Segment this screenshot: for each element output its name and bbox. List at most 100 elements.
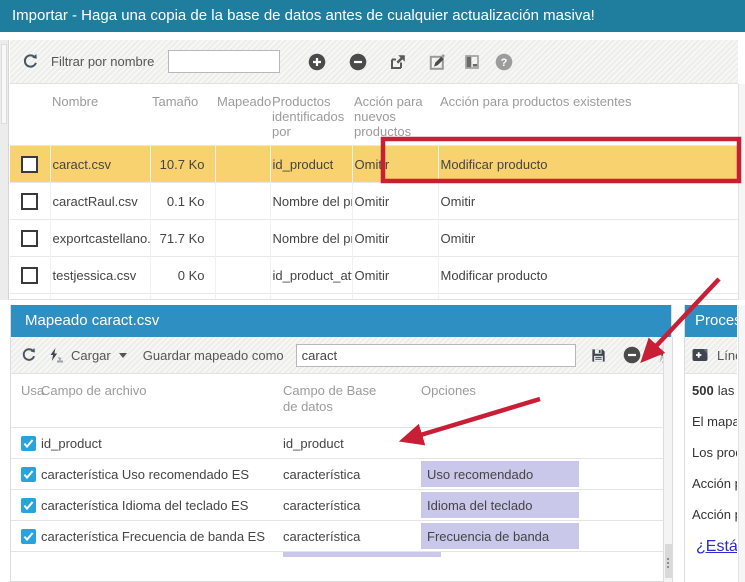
check-icon xyxy=(21,436,36,451)
merge-button[interactable] xyxy=(464,54,480,70)
file-field-cell: id_product xyxy=(41,436,283,451)
chevron-down-icon[interactable] xyxy=(119,353,127,358)
file-size-cell: 10.7 Ko xyxy=(150,146,215,183)
file-table-scrollbar[interactable] xyxy=(738,84,745,300)
option-input[interactable]: Uso recomendado xyxy=(421,461,579,487)
edit-icon xyxy=(428,53,446,71)
process-panel-title: Procesa xyxy=(685,305,737,337)
mapping-scrollbar[interactable] xyxy=(663,337,673,582)
mapping-row[interactable]: característica Frecuencia de banda ES ca… xyxy=(11,520,671,551)
file-table-row[interactable]: caractRaul.csv 0.1 Ko Nombre del produ O… xyxy=(10,183,738,220)
minus-circle-icon xyxy=(349,53,367,71)
existing-products-action-cell: Modificar producto xyxy=(438,146,738,183)
column-header-tamano: Tamaño xyxy=(150,84,215,146)
edit-button[interactable] xyxy=(428,53,446,71)
mapping-row[interactable]: id_product id_product xyxy=(11,427,671,458)
row-checkbox[interactable] xyxy=(21,193,38,210)
load-label[interactable]: Cargar xyxy=(71,348,111,363)
row-checkbox[interactable] xyxy=(21,230,38,247)
mapping-row[interactable]: característica Idioma del teclado ES car… xyxy=(11,489,671,520)
existing-products-action-cell: Omitir xyxy=(438,220,738,257)
delete-mapping-button[interactable] xyxy=(623,346,641,364)
mapping-row[interactable]: característica Uso recomendado ES caract… xyxy=(11,458,671,489)
process-toolbar: Línea xyxy=(685,337,737,374)
select-cell xyxy=(10,146,50,183)
mapping-table-header: Usa Campo de archivo Campo de Base de da… xyxy=(11,374,671,427)
column-header-identificados: Productos identificados por xyxy=(270,84,352,146)
db-field-cell: característica xyxy=(283,498,421,513)
file-name-cell: testjesma.csv xyxy=(50,294,150,301)
file-table-row[interactable]: caract.csv 10.7 Ko id_product Omitir Mod… xyxy=(10,146,738,183)
split-window-icon xyxy=(464,54,480,70)
refresh-button[interactable] xyxy=(22,53,39,70)
row-checkbox[interactable] xyxy=(21,267,38,284)
page-title: Importar - Haga una copia de la base de … xyxy=(0,0,745,32)
file-table-row[interactable]: exportcastellano.csv 71.7 Ko Nombre del … xyxy=(10,220,738,257)
process-message-line: 500las lín xyxy=(692,383,737,401)
export-button[interactable] xyxy=(389,53,407,71)
select-cell xyxy=(10,220,50,257)
process-panel-scrollbar[interactable] xyxy=(738,305,745,582)
filter-label: Filtrar por nombre xyxy=(51,54,154,69)
options-cell: Uso recomendado xyxy=(421,461,671,487)
mapped-cell xyxy=(215,257,270,294)
mapping-table-body: id_product id_product característica Uso… xyxy=(11,427,671,551)
file-field-cell: característica Idioma del teclado ES xyxy=(41,498,283,513)
file-table-row[interactable]: testjesma.csv 0.0 Ko Nombre del produ Cr… xyxy=(10,294,738,301)
confirm-link[interactable]: ¿Está xyxy=(696,538,737,556)
file-browser-toolbar: Filtrar por nombre xyxy=(10,40,738,84)
column-header-accion-nuevos: Acción para nuevos productos xyxy=(352,84,438,146)
file-field-cell: característica Frecuencia de banda ES xyxy=(41,529,283,544)
options-cell xyxy=(421,430,671,456)
help-button[interactable]: ? xyxy=(495,53,513,71)
identified-by-cell: id_product_attribu xyxy=(270,257,352,294)
refresh-icon xyxy=(21,347,37,363)
new-products-action-cell: Omitir xyxy=(352,257,438,294)
left-scrollbar[interactable] xyxy=(0,40,9,300)
column-header-accion-existentes: Acción para productos existentes xyxy=(438,84,738,146)
row-checkbox[interactable] xyxy=(21,156,38,173)
left-scrollbar-thumb[interactable] xyxy=(1,44,7,124)
save-mapping-button[interactable] xyxy=(590,347,607,364)
column-header-nombre: Nombre xyxy=(50,84,150,146)
mapped-cell xyxy=(215,146,270,183)
select-cell xyxy=(10,183,50,220)
mapping-checkbox-checked[interactable] xyxy=(21,529,36,544)
existing-products-action-cell: Modificar producto xyxy=(438,257,738,294)
option-input[interactable]: Frecuencia de banda xyxy=(421,523,579,549)
file-field-cell: característica Uso recomendado ES xyxy=(41,467,283,482)
add-button[interactable] xyxy=(308,53,326,71)
mapping-checkbox-checked[interactable] xyxy=(21,467,36,482)
load-mapping-icon xyxy=(48,348,64,363)
options-cell: Frecuencia de banda xyxy=(421,523,671,549)
db-field-cell: característica xyxy=(283,467,421,482)
process-message-line: Acción pa xyxy=(692,476,737,494)
option-input[interactable]: Idioma del teclado xyxy=(421,492,579,518)
file-table-row[interactable]: testjessica.csv 0 Ko id_product_attribu … xyxy=(10,257,738,294)
identified-by-cell: id_product xyxy=(270,146,352,183)
identified-by-cell: Nombre del produ xyxy=(270,183,352,220)
process-messages: 500las lín El mapa " Los produ Acción pa… xyxy=(685,374,737,525)
confirm-row: ¿Está xyxy=(685,538,737,556)
usa-cell xyxy=(11,466,41,482)
minus-circle-icon xyxy=(623,346,641,364)
db-field-cell: id_product xyxy=(283,436,421,451)
new-products-action-cell: Omitir xyxy=(352,146,438,183)
mapping-checkbox-checked[interactable] xyxy=(21,498,36,513)
mapped-cell xyxy=(215,220,270,257)
remove-button[interactable] xyxy=(349,53,367,71)
mapping-name-input[interactable] xyxy=(296,344,576,367)
file-browser-panel: Filtrar por nombre xyxy=(10,40,738,300)
mapping-refresh-button[interactable] xyxy=(21,347,37,363)
file-size-cell: 0.0 Ko xyxy=(150,294,215,301)
identified-by-cell: Nombre del produ xyxy=(270,220,352,257)
mapping-checkbox-checked[interactable] xyxy=(21,436,36,451)
mapping-panel: Mapeado caract.csv Cargar Guardar mapead… xyxy=(10,305,672,582)
file-size-cell: 0.1 Ko xyxy=(150,183,215,220)
filter-input[interactable] xyxy=(168,50,280,73)
load-mapping-button[interactable] xyxy=(48,348,64,363)
add-line-button[interactable] xyxy=(692,348,708,362)
existing-products-action-cell: Omitir xyxy=(438,183,738,220)
file-table-header-row: Nombre Tamaño Mapeado Productos identifi… xyxy=(10,84,738,146)
external-link-icon xyxy=(389,53,407,71)
